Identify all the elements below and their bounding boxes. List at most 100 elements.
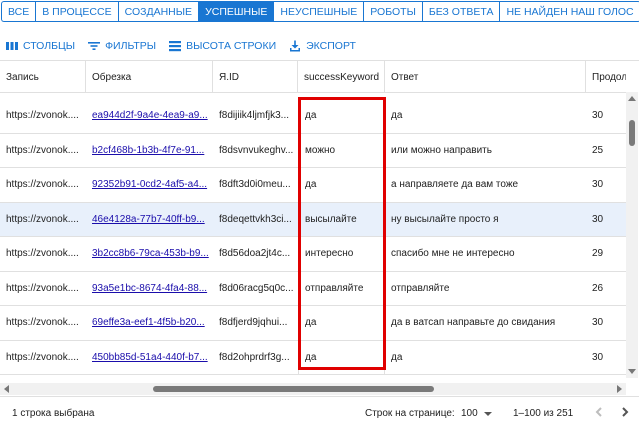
cell-yandex-id: f8d2ohprdrf3g... bbox=[219, 351, 290, 363]
calls-data-grid: Запись Обрезка Я.ID successKeyword Ответ… bbox=[0, 60, 639, 396]
cell-trim-link[interactable]: 46e4128a-77b7-40ff-b9... bbox=[86, 203, 213, 237]
cell-keyword: да bbox=[298, 168, 385, 202]
tab-all[interactable]: ВСЕ bbox=[1, 1, 36, 22]
cell-keyword: высылайте bbox=[298, 202, 385, 236]
filters-button[interactable]: ФИЛЬТРЫ bbox=[88, 40, 156, 52]
cell-answer: да bbox=[391, 351, 403, 363]
cell-keyword: отправляйте bbox=[298, 271, 385, 305]
tab-voice-not-found[interactable]: НЕ НАЙДЕН НАШ ГОЛОС bbox=[499, 1, 639, 22]
cell-duration: 30 bbox=[592, 213, 604, 225]
cell-yandex-id: f8dsvnvukeghv... bbox=[219, 144, 294, 156]
rows-per-page-value: 100 bbox=[461, 408, 478, 419]
cell-yandex-id: f8d06racg5q0c... bbox=[219, 282, 294, 294]
vertical-scroll-thumb[interactable] bbox=[629, 120, 635, 146]
cell-answer: отправляйте bbox=[391, 282, 450, 294]
vertical-scrollbar[interactable] bbox=[626, 92, 638, 378]
cell-answer: а направляете да вам тоже bbox=[391, 179, 519, 191]
export-button[interactable]: ЭКСПОРТ bbox=[289, 40, 356, 52]
filters-label: ФИЛЬТРЫ bbox=[105, 40, 157, 52]
export-label: ЭКСПОРТ bbox=[306, 40, 356, 52]
cell-duration: 26 bbox=[592, 282, 604, 294]
cell-keyword: да bbox=[298, 340, 385, 374]
horizontal-scrollbar[interactable] bbox=[0, 383, 626, 395]
scroll-right-arrow-icon[interactable] bbox=[617, 385, 622, 393]
cell-keyword: можно bbox=[298, 133, 385, 167]
grid-rows: https://zvonok.... ea944d2f-9a4e-4ea9-a9… bbox=[0, 99, 626, 375]
cell-record: https://zvonok.... bbox=[6, 213, 79, 225]
status-filter-tabs: ВСЕ В ПРОЦЕССЕ СОЗДАННЫЕ УСПЕШНЫЕ НЕУСПЕ… bbox=[1, 1, 639, 22]
horizontal-scroll-thumb[interactable] bbox=[153, 386, 434, 392]
column-header-duration[interactable]: Продол... bbox=[586, 61, 626, 92]
columns-button[interactable]: СТОЛБЦЫ bbox=[6, 40, 75, 52]
cell-record: https://zvonok.... bbox=[6, 144, 79, 156]
cell-duration: 30 bbox=[592, 351, 604, 363]
table-row[interactable]: https://zvonok.... 93a5e1bc-8674-4fa4-88… bbox=[0, 271, 626, 306]
table-row[interactable]: https://zvonok.... 69effe3a-eef1-4f5b-b2… bbox=[0, 306, 626, 341]
cell-record: https://zvonok.... bbox=[6, 110, 79, 122]
tab-in-progress[interactable]: В ПРОЦЕССЕ bbox=[35, 1, 118, 22]
rows-per-page-select[interactable]: 100 bbox=[461, 408, 492, 419]
table-row[interactable]: https://zvonok.... b2cf468b-1b3b-4f7e-91… bbox=[0, 133, 626, 168]
column-header-trim[interactable]: Обрезка bbox=[86, 61, 213, 92]
row-height-button[interactable]: ВЫСОТА СТРОКИ bbox=[169, 40, 276, 52]
cell-record: https://zvonok.... bbox=[6, 282, 79, 294]
cell-trim-link[interactable]: 3b2cc8b6-79ca-453b-b9... bbox=[86, 237, 213, 271]
chevron-left-icon bbox=[595, 407, 602, 417]
table-row[interactable]: https://zvonok.... 3b2cc8b6-79ca-453b-b9… bbox=[0, 237, 626, 272]
cell-trim-link[interactable]: 450bb85d-51a4-440f-b7... bbox=[86, 341, 213, 375]
cell-duration: 30 bbox=[592, 110, 604, 122]
cell-yandex-id: f8dft3d0i0meu... bbox=[219, 179, 291, 191]
cell-duration: 29 bbox=[592, 248, 604, 260]
filter-icon bbox=[88, 42, 101, 50]
column-header-record[interactable]: Запись bbox=[0, 61, 86, 92]
cell-trim-link[interactable]: 92352b91-0cd2-4af5-a4... bbox=[86, 168, 213, 202]
table-row[interactable]: https://zvonok.... 450bb85d-51a4-440f-b7… bbox=[0, 340, 626, 375]
scroll-left-arrow-icon[interactable] bbox=[4, 385, 9, 393]
columns-icon bbox=[6, 42, 18, 50]
grid-toolbar: СТОЛБЦЫ ФИЛЬТРЫ ВЫСОТА СТРОКИ ЭКСПОРТ bbox=[6, 38, 356, 54]
column-header-yandex-id[interactable]: Я.ID bbox=[213, 61, 298, 92]
cell-yandex-id: f8deqettvkh3ci... bbox=[219, 213, 292, 225]
cell-record: https://zvonok.... bbox=[6, 248, 79, 260]
tab-unsuccessful[interactable]: НЕУСПЕШНЫЕ bbox=[273, 1, 364, 22]
grid-footer: 1 строка выбрана Строк на странице: 100 … bbox=[0, 396, 639, 426]
cell-trim-link[interactable]: b2cf468b-1b3b-4f7e-91... bbox=[86, 134, 213, 168]
cell-trim-link[interactable]: 69effe3a-eef1-4f5b-b20... bbox=[86, 306, 213, 340]
tab-robots[interactable]: РОБОТЫ bbox=[363, 1, 422, 22]
table-row[interactable]: https://zvonok.... 92352b91-0cd2-4af5-a4… bbox=[0, 168, 626, 203]
cell-answer: да bbox=[391, 110, 403, 122]
table-row[interactable]: https://zvonok.... ea944d2f-9a4e-4ea9-a9… bbox=[0, 99, 626, 134]
cell-trim-link[interactable]: 93a5e1bc-8674-4fa4-88... bbox=[86, 272, 213, 306]
chevron-down-icon bbox=[483, 411, 492, 416]
cell-keyword: да bbox=[298, 306, 385, 340]
column-header-answer[interactable]: Ответ bbox=[385, 61, 586, 92]
cell-duration: 25 bbox=[592, 144, 604, 156]
cell-duration: 30 bbox=[592, 179, 604, 191]
cell-record: https://zvonok.... bbox=[6, 317, 79, 329]
cell-keyword: интересно bbox=[298, 237, 385, 271]
cell-answer: спасибо мне не интересно bbox=[391, 248, 515, 260]
tab-no-answer[interactable]: БЕЗ ОТВЕТА bbox=[421, 1, 500, 22]
cell-answer: или можно направить bbox=[391, 144, 492, 156]
cell-trim-link[interactable]: ea944d2f-9a4e-4ea9-a9... bbox=[86, 99, 213, 133]
scroll-up-arrow-icon[interactable] bbox=[628, 96, 636, 101]
tab-created[interactable]: СОЗДАННЫЕ bbox=[117, 1, 199, 22]
columns-label: СТОЛБЦЫ bbox=[23, 40, 76, 52]
next-page-button[interactable] bbox=[618, 405, 632, 419]
cell-keyword: да bbox=[298, 99, 385, 133]
scroll-down-arrow-icon[interactable] bbox=[628, 369, 636, 374]
cell-duration: 30 bbox=[592, 317, 604, 329]
tab-successful[interactable]: УСПЕШНЫЕ bbox=[198, 1, 274, 22]
table-row-selected[interactable]: https://zvonok.... 46e4128a-77b7-40ff-b9… bbox=[0, 202, 626, 237]
previous-page-button[interactable] bbox=[592, 405, 606, 419]
chevron-right-icon bbox=[622, 407, 629, 417]
selected-rows-count: 1 строка выбрана bbox=[12, 408, 95, 419]
cell-answer: ну высылайте просто я bbox=[391, 213, 499, 225]
rows-per-page-label: Строк на странице: bbox=[365, 408, 455, 419]
cell-yandex-id: f8dijiik4ljmfjk3... bbox=[219, 110, 290, 122]
cell-answer: да в ватсап направьте до свидания bbox=[391, 317, 556, 329]
download-icon bbox=[290, 40, 301, 52]
cell-yandex-id: f8dfjerd9jqhui... bbox=[219, 317, 288, 329]
column-header-success-keyword[interactable]: successKeyword bbox=[298, 61, 385, 92]
density-icon bbox=[169, 41, 182, 52]
